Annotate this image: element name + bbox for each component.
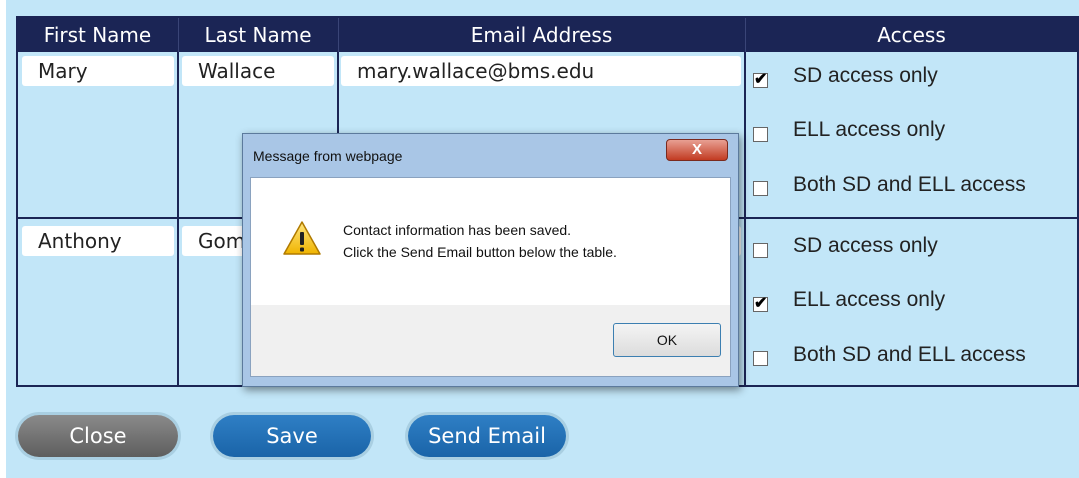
dialog-message-line-1: Contact information has been saved. <box>343 222 572 238</box>
header-email-address: Email Address <box>339 18 744 52</box>
ell-access-checkbox[interactable]: ✔ <box>753 296 768 312</box>
both-access-checkbox[interactable] <box>753 351 768 366</box>
last-name-input[interactable]: Wallace <box>182 56 334 86</box>
access-option-label: SD access only <box>793 64 938 87</box>
header-last-name: Last Name <box>179 18 337 52</box>
send-email-button[interactable]: Send Email <box>408 415 566 457</box>
access-option-label: Both SD and ELL access <box>793 343 1026 366</box>
header-separator <box>745 18 746 52</box>
access-option-label: SD access only <box>793 234 938 257</box>
header-access: Access <box>746 18 1077 52</box>
first-name-input[interactable]: Mary <box>22 56 174 86</box>
dialog-body: Contact information has been saved. Clic… <box>250 177 731 377</box>
both-access-checkbox[interactable] <box>753 181 768 196</box>
sd-access-checkbox[interactable]: ✔ <box>753 72 768 88</box>
column-divider <box>744 18 746 385</box>
header-separator <box>338 18 339 52</box>
email-input[interactable]: mary.wallace@bms.edu <box>341 56 741 86</box>
sd-access-checkbox[interactable] <box>753 243 768 258</box>
dialog-title: Message from webpage <box>253 148 403 164</box>
header-separator <box>178 18 179 52</box>
first-name-input[interactable]: Anthony <box>22 226 174 256</box>
access-option-label: ELL access only <box>793 118 946 141</box>
dialog-close-button[interactable]: X <box>666 139 728 161</box>
access-option-label: Both SD and ELL access <box>793 173 1026 196</box>
column-divider <box>177 18 179 385</box>
message-dialog: Message from webpage X Contact informati… <box>242 133 739 387</box>
access-option-label: ELL access only <box>793 288 946 311</box>
close-button[interactable]: Close <box>18 415 178 457</box>
ell-access-checkbox[interactable] <box>753 127 768 142</box>
header-first-name: First Name <box>18 18 177 52</box>
save-button[interactable]: Save <box>213 415 371 457</box>
warning-icon <box>283 221 321 255</box>
dialog-message-line-2: Click the Send Email button below the ta… <box>343 244 617 260</box>
ok-button[interactable]: OK <box>613 323 721 357</box>
close-icon: X <box>691 141 702 158</box>
